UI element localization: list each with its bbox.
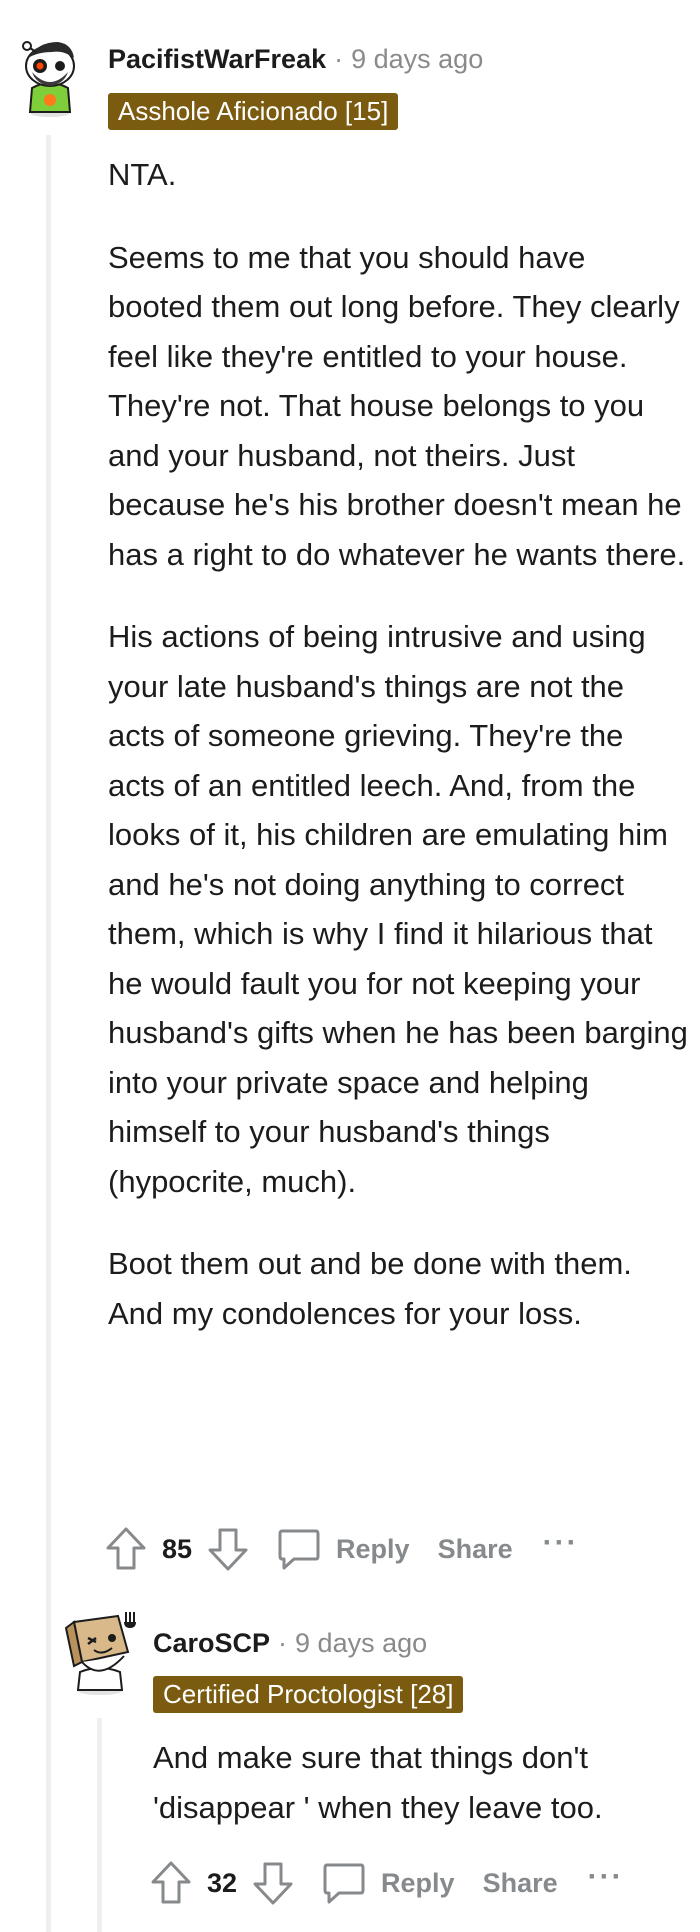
reply-button[interactable]: Reply <box>276 1526 410 1572</box>
username[interactable]: CaroSCP <box>153 1628 270 1659</box>
separator-dot: · <box>334 44 344 74</box>
comment-actions: 32 Reply Share ··· <box>149 1860 624 1906</box>
user-flair: Asshole Aficionado [15] <box>108 93 399 130</box>
comment-paragraph: Seems to me that you should have booted … <box>108 239 686 572</box>
upvote-button[interactable] <box>149 1860 193 1906</box>
more-options-icon[interactable]: ··· <box>588 1860 624 1894</box>
user-flair: Certified Proctologist [28] <box>153 1676 464 1713</box>
reply-button[interactable]: Reply <box>321 1860 455 1906</box>
downvote-icon <box>208 1528 248 1571</box>
username[interactable]: PacifistWarFreak <box>108 44 326 75</box>
downvote-button[interactable] <box>251 1860 295 1906</box>
thread-line-1[interactable] <box>46 135 51 1932</box>
upvote-icon <box>151 1861 191 1904</box>
comment-bubble-icon <box>278 1529 320 1570</box>
comment-body: And make sure that things don't 'disappe… <box>153 1733 693 1865</box>
comment-paragraph: And make sure that things don't 'disappe… <box>153 1740 603 1825</box>
comment-meta: CaroSCP · 9 days ago <box>153 1628 427 1659</box>
comment-meta: PacifistWarFreak · 9 days ago <box>108 44 483 75</box>
downvote-icon <box>253 1862 293 1905</box>
box-snoo-avatar-icon <box>64 1612 136 1695</box>
thread-line-2[interactable] <box>97 1718 102 1932</box>
avatar[interactable] <box>18 28 82 118</box>
timestamp[interactable]: 9 days ago <box>295 1628 427 1659</box>
separator-dot: · <box>278 1628 288 1658</box>
more-options-icon[interactable]: ··· <box>543 1526 579 1560</box>
timestamp[interactable]: 9 days ago <box>351 44 483 75</box>
downvote-button[interactable] <box>206 1526 250 1572</box>
comment-actions: 85 Reply Share ··· <box>104 1526 579 1572</box>
share-button[interactable]: Share <box>438 1534 513 1565</box>
upvote-button[interactable] <box>104 1526 148 1572</box>
comment-paragraph: His actions of being intrusive and using… <box>108 619 688 1199</box>
reply-label: Reply <box>381 1867 455 1898</box>
vote-count: 32 <box>207 1867 238 1898</box>
reply-label: Reply <box>336 1533 410 1564</box>
vote-count: 85 <box>162 1533 193 1564</box>
share-button[interactable]: Share <box>483 1868 558 1899</box>
snoo-avatar-icon <box>22 41 75 117</box>
comment-body: NTA. Seems to me that you should have bo… <box>108 150 688 1371</box>
comment-paragraph: NTA. <box>108 157 177 192</box>
comment-bubble-icon <box>323 1863 365 1904</box>
comment-paragraph: Boot them out and be done with them. And… <box>108 1246 632 1331</box>
upvote-icon <box>106 1527 146 1570</box>
avatar[interactable] <box>62 1608 140 1696</box>
